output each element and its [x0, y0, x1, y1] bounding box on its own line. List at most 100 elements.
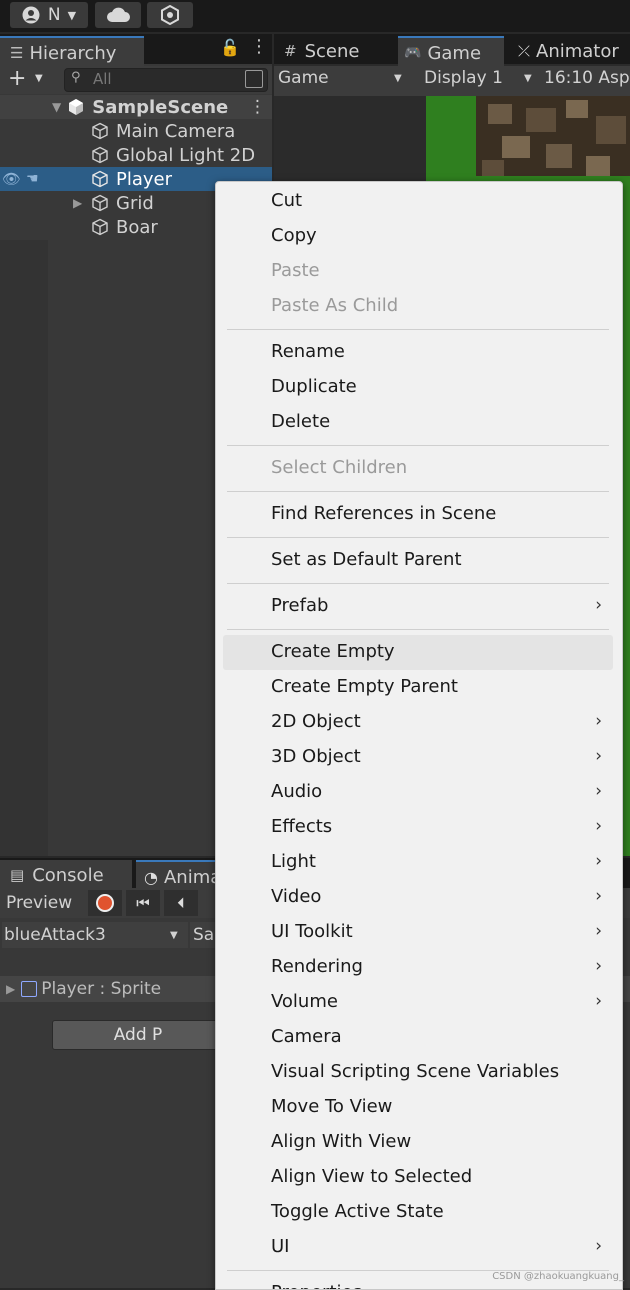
record-button[interactable]	[88, 890, 122, 916]
lock-icon[interactable]: 🔓	[220, 38, 240, 57]
scene-menu-icon[interactable]: ⋮	[249, 97, 266, 117]
step-back-icon: ⏴	[177, 894, 185, 912]
menu-item-effects[interactable]: Effects ›	[216, 810, 622, 845]
expand-triangle-icon[interactable]: ▼	[52, 100, 61, 114]
first-keyframe-button[interactable]: ⏮	[126, 890, 160, 916]
menu-item-ui[interactable]: UI ›	[216, 1230, 622, 1265]
account-dropdown[interactable]: N ▼	[10, 2, 88, 28]
expand-triangle-icon[interactable]: ▶	[73, 196, 82, 210]
tab-game[interactable]: 🎮 Game	[398, 36, 504, 68]
hierarchy-left-gutter	[0, 240, 48, 856]
menu-item-align-with-view[interactable]: Align With View	[216, 1125, 622, 1160]
menu-item-label: Rename	[271, 341, 345, 362]
menu-item-create-empty[interactable]: Create Empty	[223, 635, 613, 670]
display-label: Display 1	[424, 68, 503, 88]
menu-item-camera[interactable]: Camera	[216, 1020, 622, 1055]
menu-item-light[interactable]: Light ›	[216, 845, 622, 880]
chevron-down-icon[interactable]: ▼	[35, 73, 43, 84]
clip-dropdown[interactable]: blueAttack3 ▼	[2, 922, 188, 948]
tab-hierarchy[interactable]: ☰ Hierarchy	[0, 36, 144, 68]
menu-item-label: Find References in Scene	[271, 503, 497, 524]
console-icon: ▤	[10, 866, 25, 884]
account-icon	[22, 6, 40, 24]
gameobject-cube-icon	[92, 194, 108, 212]
watermark: CSDN @zhaokuangkuang_	[492, 1271, 624, 1282]
menu-item-label: Paste As Child	[271, 295, 399, 316]
chevron-down-icon: ▼	[394, 73, 402, 84]
menu-item-label: Move To View	[271, 1096, 393, 1117]
add-property-label: Add P	[113, 1025, 163, 1045]
aspect-dropdown[interactable]: 16:10 Asp	[544, 68, 630, 92]
search-mode-icon[interactable]	[245, 70, 263, 88]
menu-item-copy[interactable]: Copy	[216, 219, 622, 254]
submenu-arrow-icon: ›	[595, 886, 602, 906]
menu-item-visual-scripting-scene-variables[interactable]: Visual Scripting Scene Variables	[216, 1055, 622, 1090]
gameobject-cube-icon	[92, 122, 108, 140]
tab-game-label: Game	[427, 42, 482, 64]
tab-hierarchy-label: Hierarchy	[29, 42, 117, 64]
menu-item-create-empty-parent[interactable]: Create Empty Parent	[216, 670, 622, 705]
menu-item-label: Effects	[271, 816, 333, 837]
menu-item-rename[interactable]: Rename	[216, 335, 622, 370]
menu-item-label: Create Empty	[271, 641, 395, 662]
menu-separator	[227, 491, 609, 492]
menu-item-move-to-view[interactable]: Move To View	[216, 1090, 622, 1125]
menu-item-label: Camera	[271, 1026, 342, 1047]
preview-toggle[interactable]: Preview	[2, 890, 86, 916]
menu-item-video[interactable]: Video ›	[216, 880, 622, 915]
menu-item-ui-toolkit[interactable]: UI Toolkit ›	[216, 915, 622, 950]
menu-item-cut[interactable]: Cut	[216, 184, 622, 219]
add-icon[interactable]: +	[8, 66, 26, 91]
submenu-arrow-icon: ›	[595, 781, 602, 801]
menu-item-label: Properties...	[271, 1282, 379, 1289]
submenu-arrow-icon: ›	[595, 956, 602, 976]
menu-item-label: 3D Object	[271, 746, 361, 767]
menu-item-toggle-active-state[interactable]: Toggle Active State	[216, 1195, 622, 1230]
gameobject-cube-icon	[92, 170, 108, 188]
menu-item-prefab[interactable]: Prefab ›	[216, 589, 622, 624]
menu-item-label: Prefab	[271, 595, 329, 616]
menu-item-label: Volume	[271, 991, 338, 1012]
menu-item-label: Rendering	[271, 956, 363, 977]
add-property-button[interactable]: Add P	[52, 1020, 224, 1050]
menu-item-2d-object[interactable]: 2D Object ›	[216, 705, 622, 740]
menu-item-label: Visual Scripting Scene Variables	[271, 1061, 560, 1082]
menu-item-select-children: Select Children	[216, 451, 622, 486]
menu-item-3d-object[interactable]: 3D Object ›	[216, 740, 622, 775]
menu-item-delete[interactable]: Delete	[216, 405, 622, 440]
visibility-eye-icon[interactable]: 👁	[2, 170, 21, 188]
menu-item-audio[interactable]: Audio ›	[216, 775, 622, 810]
tab-scene[interactable]: # Scene	[284, 36, 394, 66]
tab-animator[interactable]: ⤫ Animator	[518, 36, 630, 66]
menu-item-volume[interactable]: Volume ›	[216, 985, 622, 1020]
tab-console[interactable]: ▤ Console	[0, 860, 132, 890]
hierarchy-item[interactable]: Global Light 2D	[0, 143, 272, 167]
menu-item-rendering[interactable]: Rendering ›	[216, 950, 622, 985]
menu-item-duplicate[interactable]: Duplicate	[216, 370, 622, 405]
scene-row[interactable]: ▼ SampleScene ⋮	[0, 95, 272, 119]
scene-name: SampleScene	[92, 96, 229, 118]
prev-keyframe-button[interactable]: ⏴	[164, 890, 198, 916]
pickable-hand-icon[interactable]: ☚	[26, 171, 39, 187]
game-mode-dropdown[interactable]: Game ▼	[278, 68, 408, 92]
samples-label: Sa	[193, 925, 215, 945]
menu-item-set-default-parent[interactable]: Set as Default Parent	[216, 543, 622, 578]
gameobject-cube-icon	[92, 146, 108, 164]
submenu-arrow-icon: ›	[595, 711, 602, 731]
game-mode-label: Game	[278, 68, 329, 88]
search-input[interactable]: ⚲ All	[64, 68, 268, 92]
services-button[interactable]	[147, 2, 193, 28]
display-dropdown[interactable]: Display 1 ▼	[424, 68, 538, 92]
hierarchy-item[interactable]: Main Camera	[0, 119, 272, 143]
hierarchy-item-label: Global Light 2D	[116, 144, 256, 166]
more-options-icon[interactable]: ⋮	[250, 36, 268, 57]
menu-item-paste: Paste	[216, 254, 622, 289]
tab-animator-label: Animator	[536, 40, 619, 62]
menu-item-find-references[interactable]: Find References in Scene	[216, 497, 622, 532]
sprite-renderer-icon	[21, 981, 38, 997]
expand-triangle-icon[interactable]: ▶	[6, 982, 15, 996]
submenu-arrow-icon: ›	[595, 816, 602, 836]
menu-item-align-view-to-selected[interactable]: Align View to Selected	[216, 1160, 622, 1195]
skip-first-icon: ⏮	[136, 894, 150, 912]
cloud-button[interactable]	[95, 2, 141, 28]
